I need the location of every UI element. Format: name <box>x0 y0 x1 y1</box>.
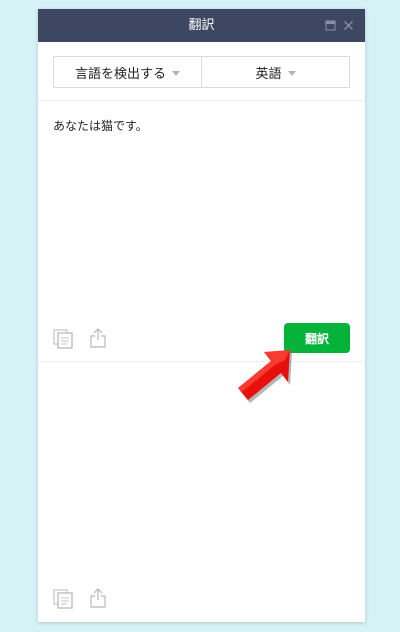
annotation-arrow-icon <box>238 350 292 403</box>
dropdown-caret-icon <box>172 70 180 76</box>
target-language-label: 英語 <box>255 66 282 82</box>
source-language-label: 言語を検出する <box>74 66 166 82</box>
share-icon[interactable] <box>89 327 107 349</box>
source-language-select[interactable]: 言語を検出する <box>54 57 201 87</box>
minimize-icon[interactable] <box>325 20 336 31</box>
share-icon[interactable] <box>89 587 107 609</box>
divider <box>38 361 365 362</box>
copy-icon[interactable] <box>53 329 75 349</box>
title-bar: 翻訳 <box>38 9 365 42</box>
divider <box>38 100 365 101</box>
language-bar: 言語を検出する 英語 <box>53 56 350 88</box>
target-language-select[interactable]: 英語 <box>201 57 349 87</box>
copy-icon[interactable] <box>53 589 75 609</box>
dropdown-caret-icon <box>287 70 296 76</box>
source-text-input[interactable]: あなたは猫です。 <box>53 117 348 134</box>
window-title: 翻訳 <box>188 18 215 33</box>
translate-window: 翻訳 言語を検出する 英語 あなたは猫です。 翻訳 <box>38 9 365 622</box>
close-icon[interactable] <box>343 20 354 31</box>
